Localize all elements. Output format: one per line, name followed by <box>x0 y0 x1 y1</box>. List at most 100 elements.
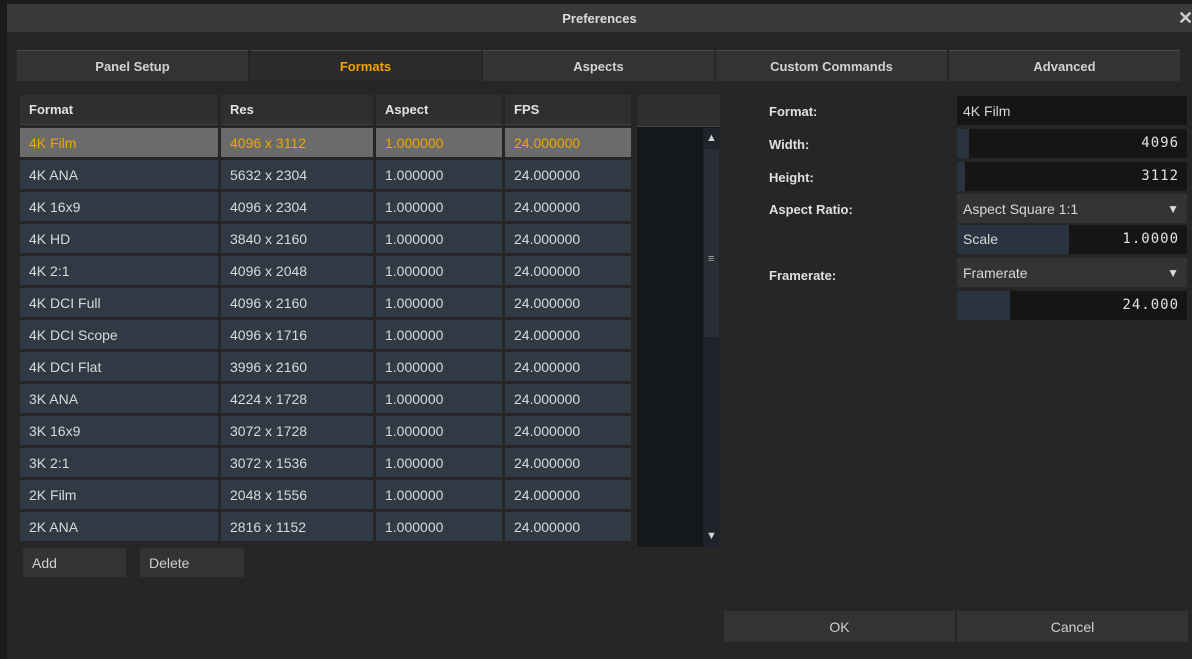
aspect-cell[interactable]: 1.000000 <box>376 192 502 221</box>
aspect-cell[interactable]: 1.000000 <box>376 256 502 285</box>
aspect-ratio-dropdown[interactable]: Aspect Square 1:1 ▼ <box>957 194 1187 223</box>
column-header-res[interactable]: Res <box>221 95 373 125</box>
chevron-down-icon: ▼ <box>1167 201 1179 216</box>
aspect-cell[interactable]: 1.000000 <box>376 160 502 189</box>
table-row[interactable]: 4K 2:1 4096 x 2048 1.000000 24.000000 <box>20 256 631 285</box>
table-scrollbar[interactable]: ▲ ≡ ▼ <box>703 128 720 547</box>
height-field[interactable]: 3112 <box>957 162 1187 191</box>
table-row[interactable]: 3K 2:1 3072 x 1536 1.000000 24.000000 <box>20 448 631 477</box>
ok-button[interactable]: OK <box>724 611 955 642</box>
format-cell[interactable]: 4K DCI Flat <box>20 352 218 381</box>
delete-button[interactable]: Delete <box>140 548 244 577</box>
aspect-cell[interactable]: 1.000000 <box>376 288 502 317</box>
format-cell[interactable]: 4K ANA <box>20 160 218 189</box>
res-cell[interactable]: 4096 x 2160 <box>221 288 373 317</box>
table-row[interactable]: 2K ANA 2816 x 1152 1.000000 24.000000 <box>20 512 631 541</box>
column-header-aspect[interactable]: Aspect <box>376 95 502 125</box>
window-title: Preferences <box>562 10 637 26</box>
res-cell[interactable]: 3996 x 2160 <box>221 352 373 381</box>
table-row[interactable]: 3K ANA 4224 x 1728 1.000000 24.000000 <box>20 384 631 413</box>
res-cell[interactable]: 5632 x 2304 <box>221 160 373 189</box>
fps-cell[interactable]: 24.000000 <box>505 224 631 253</box>
formats-table: Format Res Aspect FPS 4K Film 4096 x 3112… <box>17 92 634 544</box>
format-cell[interactable]: 4K 2:1 <box>20 256 218 285</box>
fps-cell[interactable]: 24.000000 <box>505 288 631 317</box>
scale-field[interactable]: Scale 1.0000 <box>957 225 1187 254</box>
res-cell[interactable]: 2816 x 1152 <box>221 512 373 541</box>
fps-cell[interactable]: 24.000000 <box>505 384 631 413</box>
add-button[interactable]: Add <box>23 548 126 577</box>
table-row[interactable]: 4K Film 4096 x 3112 1.000000 24.000000 <box>20 128 631 157</box>
close-icon[interactable]: ✕ <box>1178 8 1192 28</box>
res-cell[interactable]: 3072 x 1536 <box>221 448 373 477</box>
cancel-button[interactable]: Cancel <box>957 611 1188 642</box>
format-cell[interactable]: 2K Film <box>20 480 218 509</box>
format-name-input[interactable]: 4K Film <box>957 96 1187 125</box>
fps-cell[interactable]: 24.000000 <box>505 192 631 221</box>
aspect-cell[interactable]: 1.000000 <box>376 416 502 445</box>
res-cell[interactable]: 4096 x 2048 <box>221 256 373 285</box>
scroll-thumb[interactable]: ≡ <box>704 149 719 337</box>
table-row[interactable]: 4K DCI Full 4096 x 2160 1.000000 24.000000 <box>20 288 631 317</box>
width-label: Width: <box>769 137 810 152</box>
fps-cell[interactable]: 24.000000 <box>505 256 631 285</box>
tab-custom-commands[interactable]: Custom Commands <box>716 50 947 81</box>
framerate-dropdown[interactable]: Framerate ▼ <box>957 258 1187 287</box>
table-row[interactable]: 2K Film 2048 x 1556 1.000000 24.000000 <box>20 480 631 509</box>
fps-cell[interactable]: 24.000000 <box>505 416 631 445</box>
height-value: 3112 <box>1141 168 1179 184</box>
res-cell[interactable]: 3840 x 2160 <box>221 224 373 253</box>
framerate-field[interactable]: 24.000 <box>957 291 1187 320</box>
height-label: Height: <box>769 170 814 185</box>
aspect-cell[interactable]: 1.000000 <box>376 512 502 541</box>
scroll-down-icon[interactable]: ▼ <box>706 530 717 542</box>
tab-aspects[interactable]: Aspects <box>483 50 714 81</box>
aspect-cell[interactable]: 1.000000 <box>376 480 502 509</box>
format-cell[interactable]: 3K 2:1 <box>20 448 218 477</box>
width-field[interactable]: 4096 <box>957 129 1187 158</box>
tab-formats[interactable]: Formats <box>250 50 481 81</box>
table-row[interactable]: 3K 16x9 3072 x 1728 1.000000 24.000000 <box>20 416 631 445</box>
res-cell[interactable]: 4096 x 1716 <box>221 320 373 349</box>
tab-panel-setup[interactable]: Panel Setup <box>17 50 248 81</box>
table-row[interactable]: 4K ANA 5632 x 2304 1.000000 24.000000 <box>20 160 631 189</box>
aspect-cell[interactable]: 1.000000 <box>376 352 502 381</box>
column-header-format[interactable]: Format <box>20 95 218 125</box>
table-row[interactable]: 4K DCI Scope 4096 x 1716 1.000000 24.000000 <box>20 320 631 349</box>
res-cell[interactable]: 2048 x 1556 <box>221 480 373 509</box>
fps-cell[interactable]: 24.000000 <box>505 448 631 477</box>
fps-cell[interactable]: 24.000000 <box>505 128 631 157</box>
aspect-cell[interactable]: 1.000000 <box>376 448 502 477</box>
table-row[interactable]: 4K HD 3840 x 2160 1.000000 24.000000 <box>20 224 631 253</box>
tab-advanced[interactable]: Advanced <box>949 50 1180 81</box>
format-cell[interactable]: 4K Film <box>20 128 218 157</box>
res-cell[interactable]: 3072 x 1728 <box>221 416 373 445</box>
framerate-slider-fill <box>957 291 1010 320</box>
fps-cell[interactable]: 24.000000 <box>505 480 631 509</box>
title-bar: Preferences ✕ <box>7 4 1192 32</box>
aspect-cell[interactable]: 1.000000 <box>376 128 502 157</box>
aspect-cell[interactable]: 1.000000 <box>376 320 502 349</box>
fps-cell[interactable]: 24.000000 <box>505 352 631 381</box>
format-cell[interactable]: 2K ANA <box>20 512 218 541</box>
aspect-cell[interactable]: 1.000000 <box>376 384 502 413</box>
res-cell[interactable]: 4224 x 1728 <box>221 384 373 413</box>
scale-label: Scale <box>963 231 999 247</box>
format-cell[interactable]: 3K 16x9 <box>20 416 218 445</box>
framerate-value: 24.000 <box>1122 297 1179 313</box>
fps-cell[interactable]: 24.000000 <box>505 320 631 349</box>
table-row[interactable]: 4K 16x9 4096 x 2304 1.000000 24.000000 <box>20 192 631 221</box>
scroll-up-icon[interactable]: ▲ <box>706 132 717 144</box>
res-cell[interactable]: 4096 x 2304 <box>221 192 373 221</box>
format-cell[interactable]: 3K ANA <box>20 384 218 413</box>
res-cell[interactable]: 4096 x 3112 <box>221 128 373 157</box>
fps-cell[interactable]: 24.000000 <box>505 160 631 189</box>
format-cell[interactable]: 4K 16x9 <box>20 192 218 221</box>
column-header-fps[interactable]: FPS <box>505 95 631 125</box>
fps-cell[interactable]: 24.000000 <box>505 512 631 541</box>
format-cell[interactable]: 4K DCI Full <box>20 288 218 317</box>
format-cell[interactable]: 4K DCI Scope <box>20 320 218 349</box>
format-cell[interactable]: 4K HD <box>20 224 218 253</box>
table-row[interactable]: 4K DCI Flat 3996 x 2160 1.000000 24.000000 <box>20 352 631 381</box>
aspect-cell[interactable]: 1.000000 <box>376 224 502 253</box>
